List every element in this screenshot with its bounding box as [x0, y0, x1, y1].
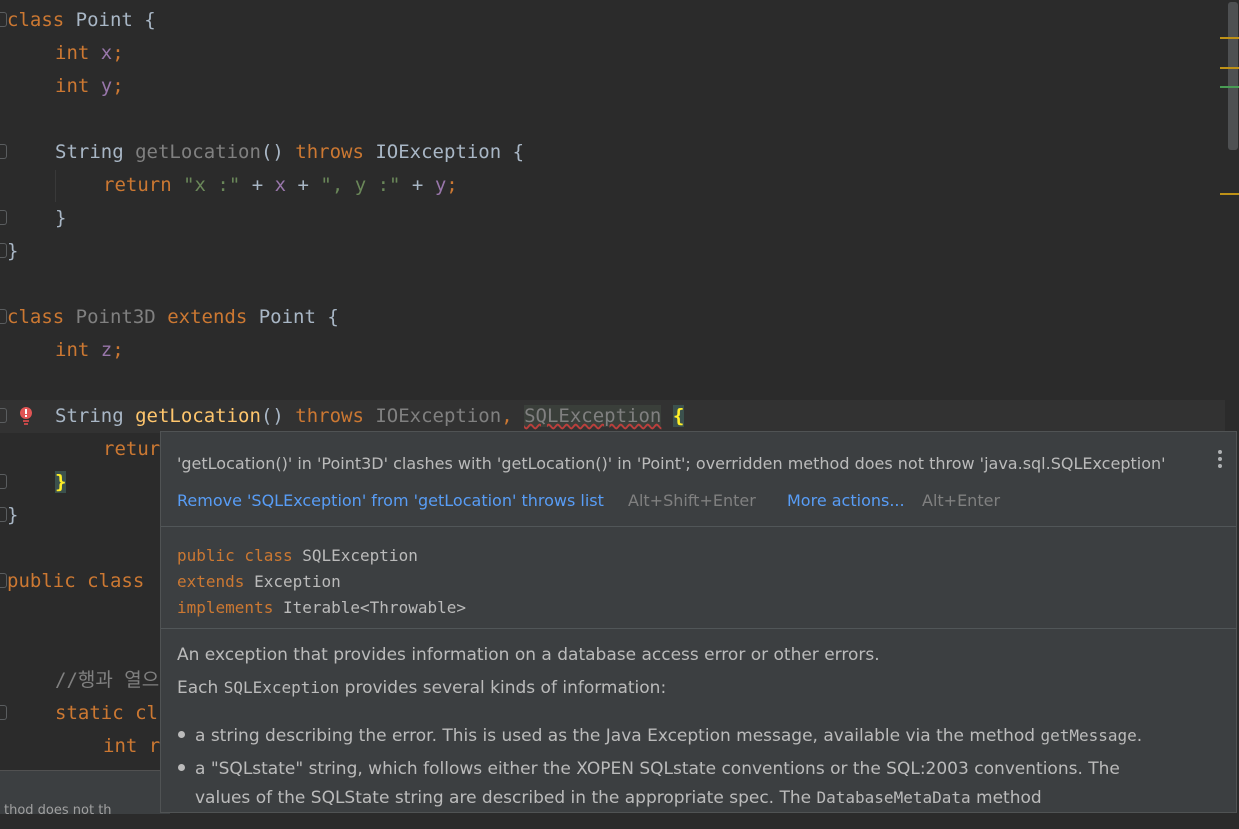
keyword: throws: [295, 405, 364, 427]
keyword: int: [55, 339, 90, 361]
declaration-line-2: extends Exception: [177, 572, 341, 591]
remove-exception-quick-fix[interactable]: Remove 'SQLException' from 'getLocation'…: [177, 491, 604, 510]
class-name: Point: [75, 9, 133, 31]
code-line-7[interactable]: }: [0, 202, 1225, 235]
operator: +: [286, 174, 321, 196]
warning-stripe-mark[interactable]: [1220, 67, 1239, 69]
code-line-2[interactable]: int x;: [0, 37, 1225, 70]
code-line-8[interactable]: }: [0, 235, 1225, 268]
punct: ;: [112, 339, 124, 361]
punct: ;: [112, 42, 124, 64]
class-name: Point3D: [75, 306, 156, 328]
field: x: [274, 174, 287, 196]
field: x: [100, 42, 113, 64]
fold-marker-icon[interactable]: [0, 210, 7, 225]
fold-marker-icon[interactable]: [0, 309, 7, 324]
keyword: class: [7, 306, 65, 328]
code-line-6[interactable]: return "x :" + x + ", y :" + y;: [0, 169, 1225, 202]
fold-marker-icon[interactable]: [0, 408, 7, 423]
keyword: class: [7, 9, 65, 31]
keyword: extends: [167, 306, 248, 328]
closing-brace: }: [7, 504, 19, 526]
method-name: getLocation: [135, 405, 261, 427]
code-line-1[interactable]: class Point {: [0, 4, 1225, 37]
punct: {: [132, 9, 156, 31]
error-bulb-icon[interactable]: [19, 406, 33, 428]
doc-bullet-1: a string describing the error. This is u…: [195, 726, 1143, 746]
fold-marker-icon[interactable]: [0, 474, 7, 489]
comment: //행과 열으: [55, 669, 160, 691]
fold-marker-icon[interactable]: [0, 12, 7, 27]
declaration-line-1: public class SQLException: [177, 546, 418, 565]
keyword: retur: [103, 438, 161, 460]
bottom-panel-text: thod does not th: [4, 803, 112, 818]
punct: ;: [446, 174, 458, 196]
doc-bullet-2-line-1: a "SQLstate" string, which follows eithe…: [195, 759, 1120, 779]
bullet-icon: [178, 731, 185, 738]
doc-paragraph-2: Each SQLException provides several kinds…: [177, 678, 667, 698]
doc-bullet-2-line-2: values of the SQLState string are descri…: [195, 788, 1042, 808]
fold-marker-icon[interactable]: [0, 705, 7, 720]
matched-brace: {: [672, 405, 685, 427]
code-line-11[interactable]: int z;: [0, 334, 1225, 367]
fold-marker-icon[interactable]: [0, 573, 7, 588]
code-line-5[interactable]: String getLocation() throws IOException …: [0, 136, 1225, 169]
keyword: public class: [7, 570, 145, 592]
warning-stripe-mark[interactable]: [1220, 37, 1239, 39]
exception-type: IOException: [375, 141, 502, 163]
error-message: 'getLocation()' in 'Point3D' clashes wit…: [177, 454, 1166, 473]
parens: (): [260, 405, 296, 427]
punct: {: [315, 306, 339, 328]
declaration-line-3: implements Iterable<Throwable>: [177, 598, 466, 617]
error-quick-doc-popup[interactable]: 'getLocation()' in 'Point3D' clashes wit…: [160, 431, 1237, 813]
code-line-13[interactable]: String getLocation() throws IOException,…: [0, 400, 1225, 433]
more-vertical-icon[interactable]: [1218, 450, 1222, 470]
closing-brace: }: [7, 240, 19, 262]
keyword: return: [103, 174, 172, 196]
keyword: int: [55, 75, 90, 97]
doc-paragraph-1: An exception that provides information o…: [177, 645, 880, 665]
bullet-icon: [178, 764, 185, 771]
keyword: static cl: [55, 702, 158, 724]
field: y: [434, 174, 447, 196]
warning-stripe-mark[interactable]: [1220, 193, 1239, 195]
base-class: Point: [258, 306, 316, 328]
parens: (): [260, 141, 296, 163]
more-actions-link[interactable]: More actions...: [787, 491, 905, 510]
string-literal: "x :": [183, 174, 241, 196]
operator: +: [400, 174, 435, 196]
type: String: [55, 141, 124, 163]
string-literal: ", y :": [320, 174, 401, 196]
keyword: int r: [103, 735, 161, 757]
scrollbar-thumb[interactable]: [1228, 2, 1238, 150]
punct: ,: [501, 405, 525, 427]
keyword: int: [55, 42, 90, 64]
more-actions-shortcut: Alt+Enter: [922, 491, 1001, 510]
field: z: [100, 339, 113, 361]
keyword: throws: [295, 141, 364, 163]
separator: [161, 526, 1236, 527]
change-stripe-mark[interactable]: [1220, 86, 1239, 88]
fold-marker-icon[interactable]: [0, 507, 7, 522]
bottom-panel[interactable]: thod does not th: [0, 770, 170, 818]
matched-brace: }: [55, 471, 67, 493]
closing-brace: }: [55, 207, 67, 229]
code-line-10[interactable]: class Point3D extends Point {: [0, 301, 1225, 334]
fold-marker-icon[interactable]: [0, 144, 7, 159]
exception-type: IOException: [375, 405, 502, 427]
punct: {: [501, 141, 525, 163]
operator: +: [240, 174, 275, 196]
punct: ;: [112, 75, 124, 97]
code-line-3[interactable]: int y;: [0, 70, 1225, 103]
fold-marker-icon[interactable]: [0, 243, 7, 258]
separator: [161, 628, 1236, 629]
type: String: [55, 405, 124, 427]
method-name: getLocation: [135, 141, 261, 163]
error-exception-type[interactable]: SQLException: [524, 405, 662, 427]
field: y: [100, 75, 113, 97]
quick-fix-shortcut: Alt+Shift+Enter: [628, 491, 756, 510]
